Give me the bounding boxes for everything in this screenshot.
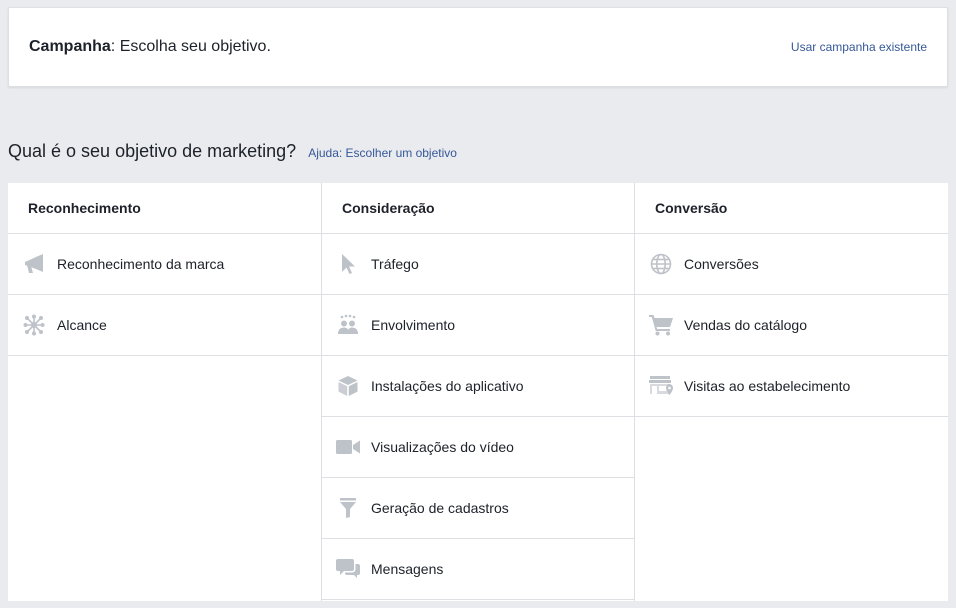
objective-catalog-sales[interactable]: Vendas do catálogo bbox=[635, 295, 948, 356]
objective-reach[interactable]: Alcance bbox=[8, 295, 321, 356]
column-awareness: Reconhecimento Reconhecimento da marca A… bbox=[8, 183, 321, 601]
objective-label: Geração de cadastros bbox=[371, 500, 509, 516]
objective-brand-awareness[interactable]: Reconhecimento da marca bbox=[8, 234, 321, 295]
objective-label: Vendas do catálogo bbox=[684, 317, 807, 333]
globe-icon bbox=[649, 252, 673, 276]
column-consideration-title: Consideração bbox=[322, 183, 634, 234]
column-awareness-title: Reconhecimento bbox=[8, 183, 321, 234]
box-icon bbox=[336, 374, 360, 398]
objective-label: Instalações do aplicativo bbox=[371, 378, 524, 394]
objective-label: Tráfego bbox=[371, 256, 419, 272]
objective-label: Conversões bbox=[684, 256, 759, 272]
objective-label: Alcance bbox=[57, 317, 107, 333]
objective-lead-generation[interactable]: Geração de cadastros bbox=[322, 478, 634, 539]
column-consideration: Consideração Tráfego Envolvimento Instal… bbox=[321, 183, 634, 601]
objective-question: Qual é o seu objetivo de marketing? Ajud… bbox=[8, 141, 457, 162]
video-camera-icon bbox=[336, 435, 360, 459]
objective-label: Reconhecimento da marca bbox=[57, 256, 225, 272]
objective-app-installs[interactable]: Instalações do aplicativo bbox=[322, 356, 634, 417]
objective-label: Mensagens bbox=[371, 561, 444, 577]
objective-label: Envolvimento bbox=[371, 317, 456, 333]
objective-store-visits[interactable]: Visitas ao estabelecimento bbox=[635, 356, 948, 417]
people-icon bbox=[336, 313, 360, 337]
campaign-header: Campanha: Escolha seu objetivo. Usar cam… bbox=[8, 7, 948, 87]
campaign-title-bold: Campanha bbox=[29, 38, 111, 55]
objective-engagement[interactable]: Envolvimento bbox=[322, 295, 634, 356]
megaphone-icon bbox=[22, 252, 46, 276]
objective-conversions[interactable]: Conversões bbox=[635, 234, 948, 295]
shopping-cart-icon bbox=[649, 313, 673, 337]
objective-video-views[interactable]: Visualizações do vídeo bbox=[322, 417, 634, 478]
objective-question-text: Qual é o seu objetivo de marketing? bbox=[8, 141, 297, 161]
objective-label: Visualizações do vídeo bbox=[371, 439, 514, 455]
column-conversion-title: Conversão bbox=[635, 183, 948, 234]
campaign-title-rest: : Escolha seu objetivo. bbox=[110, 38, 271, 55]
chat-bubbles-icon bbox=[336, 557, 360, 581]
help-choose-objective-link[interactable]: Ajuda: Escolher um objetivo bbox=[308, 146, 457, 160]
objective-label: Visitas ao estabelecimento bbox=[684, 378, 851, 394]
funnel-icon bbox=[336, 496, 360, 520]
cursor-icon bbox=[336, 252, 360, 276]
use-existing-campaign-link[interactable]: Usar campanha existente bbox=[791, 40, 927, 54]
objective-grid: Reconhecimento Reconhecimento da marca A… bbox=[8, 183, 948, 601]
column-conversion: Conversão Conversões Vendas do catálogo … bbox=[634, 183, 948, 601]
objective-traffic[interactable]: Tráfego bbox=[322, 234, 634, 295]
reach-icon bbox=[22, 313, 46, 337]
objective-messages[interactable]: Mensagens bbox=[322, 539, 634, 600]
storefront-icon bbox=[649, 374, 673, 398]
campaign-title: Campanha: Escolha seu objetivo. bbox=[29, 38, 271, 56]
